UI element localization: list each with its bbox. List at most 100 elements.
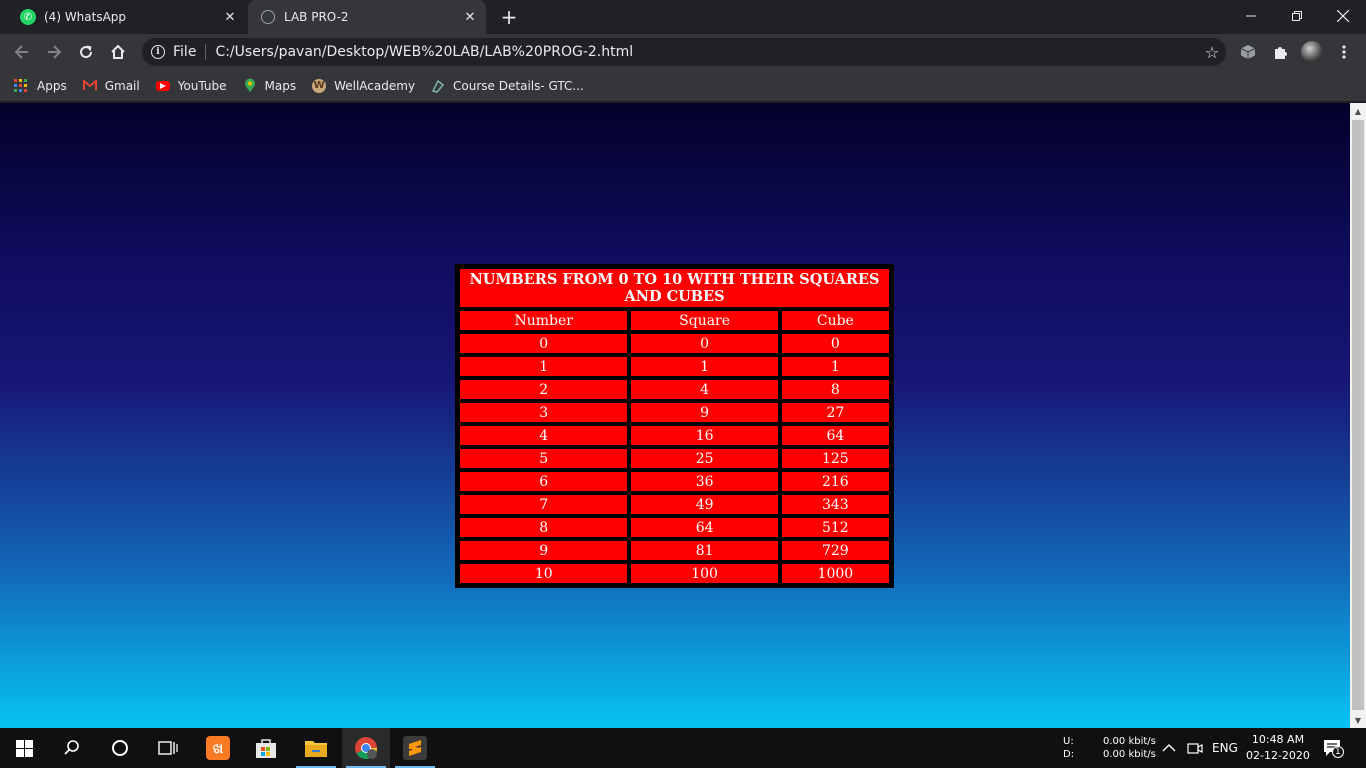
scheme-label: File xyxy=(173,44,197,60)
language-indicator[interactable]: ENG xyxy=(1212,728,1238,768)
search-button[interactable] xyxy=(48,728,96,768)
table-caption: NUMBERS FROM 0 TO 10 WITH THEIR SQUARES … xyxy=(459,268,890,308)
microsoft-store-button[interactable] xyxy=(242,728,290,768)
sublime-text-button[interactable] xyxy=(391,728,439,768)
chevron-up-icon xyxy=(1162,744,1176,752)
more-vert-icon xyxy=(1342,45,1346,59)
bookmark-maps[interactable]: Maps xyxy=(243,78,296,93)
table-cell: 5 xyxy=(459,448,629,469)
table-row: 9 81 729 xyxy=(459,540,890,561)
cortana-circle-icon xyxy=(112,740,128,756)
extension-cube-button[interactable] xyxy=(1236,40,1260,64)
minimize-button[interactable] xyxy=(1228,0,1274,32)
table-cell: 100 xyxy=(630,563,779,584)
network-speed-values: 0.00 kbit/s 0.00 kbit/s xyxy=(1103,728,1156,768)
apps-grid-icon xyxy=(14,78,28,93)
task-view-button[interactable] xyxy=(144,728,192,768)
table-row: 000 xyxy=(459,333,890,354)
chrome-app-button[interactable] xyxy=(342,728,390,768)
task-view-icon xyxy=(158,741,178,755)
tab-strip: ✆ (4) WhatsApp ✕ LAB PRO-2 ✕ + xyxy=(0,0,1366,34)
table-cell: 25 xyxy=(630,448,779,469)
profile-avatar[interactable] xyxy=(1301,41,1323,63)
forward-button[interactable] xyxy=(40,38,68,66)
close-icon[interactable]: ✕ xyxy=(222,9,238,25)
address-bar[interactable]: i File C:/Users/pavan/Desktop/WEB%20LAB/… xyxy=(142,38,1226,66)
upload-speed: 0.00 kbit/s xyxy=(1103,736,1156,747)
bookmark-label: Gmail xyxy=(104,78,140,93)
scroll-thumb[interactable] xyxy=(1352,120,1364,710)
url-text[interactable]: C:/Users/pavan/Desktop/WEB%20LAB/LAB%20P… xyxy=(215,44,1198,60)
scroll-down-arrow-icon[interactable]: ▼ xyxy=(1350,712,1366,728)
extensions-button[interactable] xyxy=(1268,40,1292,64)
vertical-scrollbar[interactable]: ▲ ▼ xyxy=(1350,103,1366,728)
bookmark-label: YouTube xyxy=(177,78,227,93)
bookmark-gmail[interactable]: Gmail xyxy=(82,78,140,93)
start-button[interactable] xyxy=(0,728,48,768)
tab-lab-pro-2[interactable]: LAB PRO-2 ✕ xyxy=(248,0,486,34)
clock[interactable]: 10:48 AM 02-12-2020 xyxy=(1246,728,1310,768)
action-center-button[interactable]: 1 xyxy=(1322,728,1344,768)
restore-button[interactable] xyxy=(1274,0,1320,32)
wellacademy-icon: W xyxy=(312,78,327,93)
table-header-square: Square xyxy=(630,310,779,331)
cortana-button[interactable] xyxy=(96,728,144,768)
show-hidden-icons-button[interactable] xyxy=(1162,728,1176,768)
bookmark-apps[interactable]: Apps xyxy=(14,78,67,93)
table-cell: 4 xyxy=(630,379,779,400)
youtube-icon xyxy=(155,80,170,91)
reload-button[interactable] xyxy=(72,38,100,66)
bookmark-label: WellAcademy xyxy=(334,78,416,93)
omnibox-separator xyxy=(205,44,207,60)
gmail-icon xyxy=(82,79,97,93)
search-icon xyxy=(64,740,79,755)
info-icon[interactable]: i xyxy=(151,45,165,59)
file-explorer-button[interactable] xyxy=(292,728,340,768)
table-cell: 64 xyxy=(630,517,779,538)
bookmark-course-details[interactable]: Course Details- GTC... xyxy=(431,79,584,93)
cube-icon xyxy=(1240,45,1256,59)
bookmark-label: Apps xyxy=(37,78,67,93)
home-icon xyxy=(111,44,125,59)
table-cell: 512 xyxy=(780,517,890,538)
close-icon[interactable]: ✕ xyxy=(462,9,478,25)
back-button[interactable] xyxy=(8,38,36,66)
browser-toolbar: i File C:/Users/pavan/Desktop/WEB%20LAB/… xyxy=(0,34,1366,70)
table-row: 4 16 64 xyxy=(459,425,890,446)
table-cell: 6 xyxy=(459,471,629,492)
new-tab-button[interactable]: + xyxy=(498,5,520,29)
puzzle-icon xyxy=(1275,47,1287,59)
table-header-number: Number xyxy=(459,310,629,331)
menu-button[interactable] xyxy=(1332,40,1356,64)
table-cell: 0 xyxy=(459,333,629,354)
close-window-button[interactable] xyxy=(1320,0,1366,32)
bookmarks-bar: Apps Gmail YouTube Maps W WellAcademy Co… xyxy=(0,70,1366,102)
table-row: 248 xyxy=(459,379,890,400)
bookmark-youtube[interactable]: YouTube xyxy=(155,78,227,93)
store-bag-icon xyxy=(256,739,276,758)
bookmark-wellacademy[interactable]: W WellAcademy xyxy=(312,78,416,93)
windows-logo-icon xyxy=(15,739,33,757)
globe-icon xyxy=(260,9,276,25)
table-cell: 1 xyxy=(630,356,779,377)
meet-now-button[interactable] xyxy=(1187,728,1203,768)
table-cell: 81 xyxy=(630,540,779,561)
star-icon[interactable]: ☆ xyxy=(1198,43,1226,62)
network-speed-labels: U: D: xyxy=(1063,728,1074,768)
tab-whatsapp[interactable]: ✆ (4) WhatsApp ✕ xyxy=(8,0,246,34)
table-row: 111 xyxy=(459,356,890,377)
upload-label: U: xyxy=(1063,736,1074,747)
tab-title: LAB PRO-2 xyxy=(284,10,349,24)
arrow-right-icon xyxy=(48,45,62,59)
scroll-up-arrow-icon[interactable]: ▲ xyxy=(1350,103,1366,119)
table-header-cube: Cube xyxy=(780,310,890,331)
table-cell: 3 xyxy=(459,402,629,423)
windows-taskbar: ଖ U: D: 0.00 kbit/s 0.00 kbit/s ENG 10:4… xyxy=(0,728,1366,768)
table-cell: 16 xyxy=(630,425,779,446)
sublime-text-icon xyxy=(403,736,427,760)
table-cell: 1 xyxy=(780,356,890,377)
table-cell: 7 xyxy=(459,494,629,515)
course-icon xyxy=(431,79,445,93)
home-button[interactable] xyxy=(104,38,132,66)
xampp-app-button[interactable]: ଖ xyxy=(194,728,242,768)
